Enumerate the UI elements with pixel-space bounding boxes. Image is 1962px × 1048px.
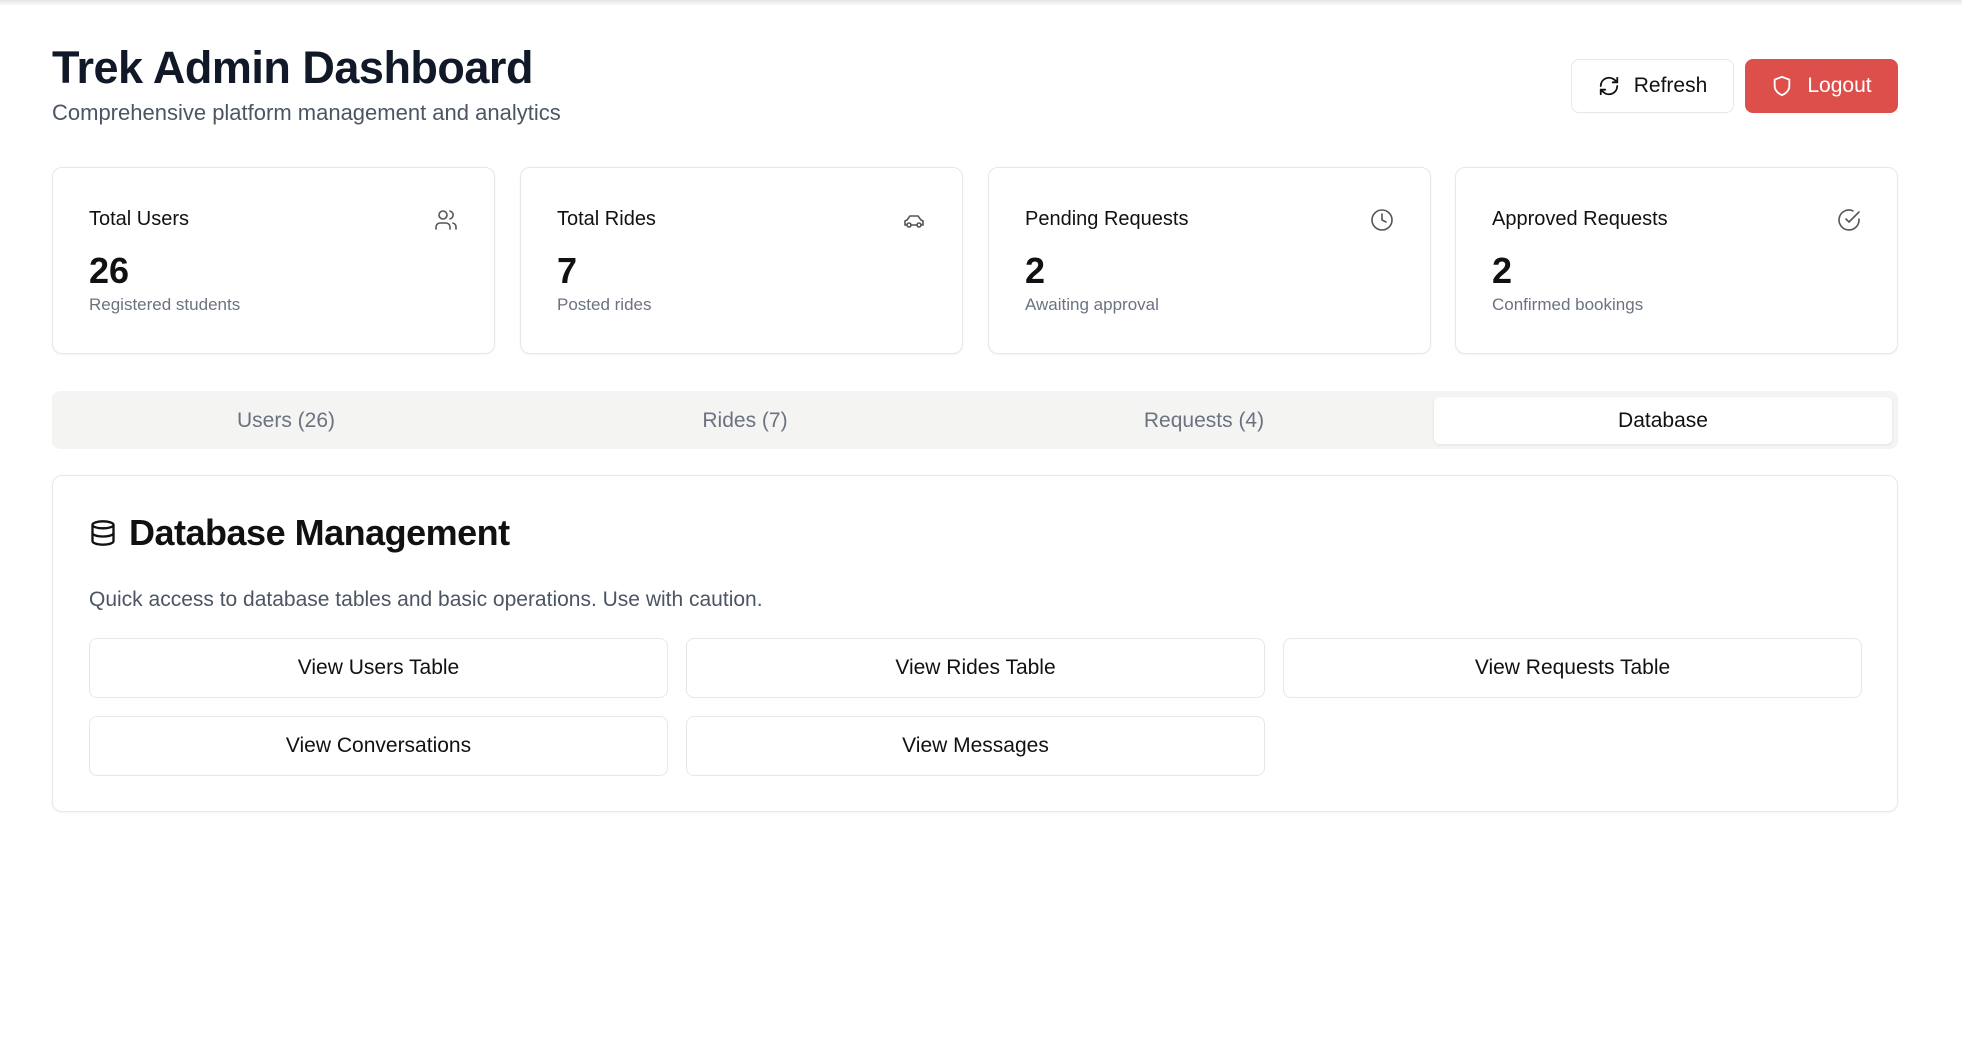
stat-subtitle: Awaiting approval	[1025, 295, 1159, 314]
check-circle-icon	[1838, 209, 1860, 231]
top-shadow	[0, 0, 1962, 6]
tab-requests[interactable]: Requests (4)	[975, 397, 1433, 444]
stat-card-total-users: Total Users 26 Registered students	[52, 167, 495, 354]
database-icon	[91, 520, 115, 546]
page-title: Trek Admin Dashboard	[52, 42, 533, 93]
logout-label: Logout	[1807, 74, 1872, 97]
refresh-icon	[1599, 76, 1618, 96]
tab-users[interactable]: Users (26)	[57, 397, 515, 444]
stat-card-approved-requests: Approved Requests 2 Confirmed bookings	[1455, 167, 1898, 354]
stat-subtitle: Posted rides	[557, 295, 652, 314]
view-rides-table-button[interactable]: View Rides Table	[686, 638, 1265, 698]
car-icon	[904, 215, 924, 228]
tab-rides[interactable]: Rides (7)	[516, 397, 974, 444]
tab-database[interactable]: Database	[1434, 397, 1892, 444]
stat-title: Approved Requests	[1492, 208, 1668, 230]
users-icon	[435, 210, 457, 230]
stat-value: 2	[1492, 250, 1513, 291]
view-conversations-button[interactable]: View Conversations	[89, 716, 668, 776]
stat-card-total-rides: Total Rides 7 Posted rides	[520, 167, 963, 354]
database-management-panel: Database Management Quick access to data…	[52, 475, 1898, 812]
panel-description: Quick access to database tables and basi…	[89, 588, 763, 611]
stat-title: Pending Requests	[1025, 208, 1189, 230]
logout-button[interactable]: Logout	[1745, 59, 1898, 113]
stat-title: Total Users	[89, 208, 190, 230]
panel-title: Database Management	[129, 512, 510, 553]
page-subtitle: Comprehensive platform management and an…	[52, 100, 561, 125]
view-messages-button[interactable]: View Messages	[686, 716, 1265, 776]
tab-bar: Users (26) Rides (7) Requests (4) Databa…	[52, 391, 1898, 449]
refresh-label: Refresh	[1633, 74, 1708, 97]
stat-subtitle: Confirmed bookings	[1492, 295, 1644, 314]
view-users-table-button[interactable]: View Users Table	[89, 638, 668, 698]
stat-card-pending-requests: Pending Requests 2 Awaiting approval	[988, 167, 1431, 354]
stat-value: 2	[1025, 250, 1046, 291]
panel-header: Database Management	[89, 512, 510, 554]
view-requests-table-button[interactable]: View Requests Table	[1283, 638, 1862, 698]
stat-title: Total Rides	[557, 208, 656, 230]
stat-value: 26	[89, 250, 130, 291]
stat-value: 7	[557, 250, 578, 291]
shield-icon	[1774, 75, 1791, 97]
clock-icon	[1371, 209, 1393, 231]
stat-subtitle: Registered students	[89, 295, 241, 314]
refresh-button[interactable]: Refresh	[1571, 59, 1734, 113]
